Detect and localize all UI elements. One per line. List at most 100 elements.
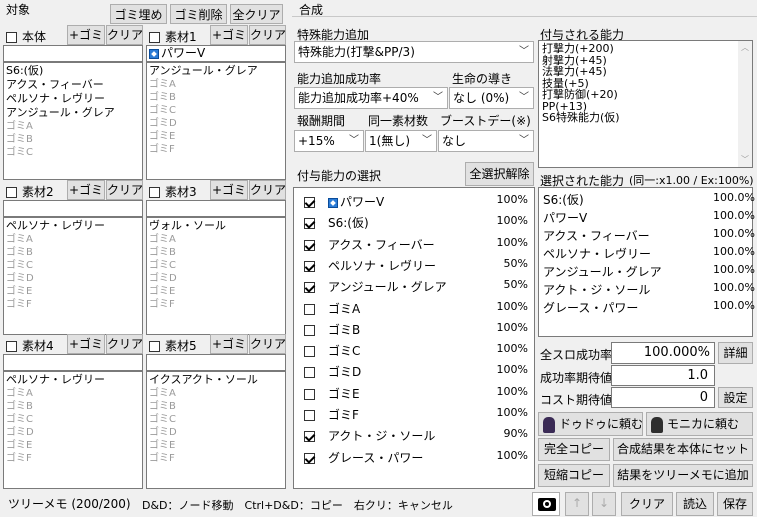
- slot-clear-button[interactable]: クリア: [249, 334, 286, 354]
- reward-period-select[interactable]: +15% ﹀: [294, 130, 364, 152]
- slot-ability-list[interactable]: ヴォル・ソール ゴミA ゴミB ゴミC ゴミD ゴミE ゴミF: [146, 217, 286, 335]
- ask-monica-button[interactable]: モニカに頼む: [646, 412, 753, 436]
- scroll-down-icon[interactable]: ﹀: [738, 153, 752, 167]
- slot-clear-button[interactable]: クリア: [106, 25, 143, 45]
- slot-header-field[interactable]: [3, 45, 143, 62]
- ability-checkbox[interactable]: [304, 195, 315, 209]
- slot-header-field[interactable]: [146, 200, 286, 217]
- ability-checkbox[interactable]: [304, 302, 315, 316]
- add-junk-button[interactable]: +ゴミ: [67, 25, 105, 45]
- ability-row[interactable]: ペルソナ・レヴリー 50%: [294, 254, 530, 275]
- arrow-up-icon: ↑: [571, 496, 583, 510]
- selected-ability-row[interactable]: アンジュール・グレア 100.0%: [543, 263, 755, 280]
- slot-clear-button[interactable]: クリア: [249, 180, 286, 200]
- selected-ability-row[interactable]: グレース・パワー 100.0%: [543, 299, 755, 316]
- item-gem-icon: [328, 197, 338, 208]
- ability-checkbox[interactable]: [304, 451, 315, 465]
- ability-row[interactable]: ゴミA 100%: [294, 297, 530, 318]
- add-junk-button[interactable]: +ゴミ: [210, 180, 248, 200]
- ability-row[interactable]: ゴミE 100%: [294, 382, 530, 403]
- ability-checkbox[interactable]: [304, 280, 315, 294]
- slot-checkbox[interactable]: [149, 339, 160, 353]
- slot-clear-button[interactable]: クリア: [249, 25, 286, 45]
- delete-junk-button[interactable]: ゴミ削除: [170, 4, 227, 24]
- special-ability-select[interactable]: 特殊能力(打撃&PP/3) ﹀: [294, 41, 534, 63]
- ability-checkbox[interactable]: [304, 387, 315, 401]
- move-down-button[interactable]: ↓: [592, 492, 616, 516]
- success-rate-select[interactable]: 能力追加成功率+40% ﹀: [294, 87, 448, 109]
- ability-checkbox[interactable]: [304, 323, 315, 337]
- ask-dudu-button[interactable]: ドゥドゥに頼む: [538, 412, 643, 436]
- slot-checkbox[interactable]: [6, 339, 17, 353]
- ability-row[interactable]: グレース・パワー 100%: [294, 446, 530, 467]
- slot-checkbox[interactable]: [6, 30, 17, 44]
- move-up-button[interactable]: ↑: [565, 492, 589, 516]
- slot-checkbox[interactable]: [149, 185, 160, 199]
- screenshot-button[interactable]: [532, 492, 560, 516]
- ability-row[interactable]: ゴミC 100%: [294, 339, 530, 360]
- slot-clear-button[interactable]: クリア: [106, 334, 143, 354]
- boost-day-select[interactable]: なし ﹀: [438, 130, 534, 152]
- ability-name: ゴミD: [328, 365, 362, 380]
- add-junk-button[interactable]: +ゴミ: [210, 25, 248, 45]
- ability-row[interactable]: ゴミF 100%: [294, 403, 530, 424]
- selected-ability-row[interactable]: ペルソナ・レヴリー 100.0%: [543, 245, 755, 262]
- ability-row[interactable]: ゴミD 100%: [294, 360, 530, 381]
- ability-row[interactable]: パワーV 100%: [294, 190, 530, 211]
- ability-checkbox[interactable]: [304, 216, 315, 230]
- fill-junk-button[interactable]: ゴミ埋め: [110, 4, 167, 24]
- add-tree-button[interactable]: 結果をツリーメモに追加: [613, 464, 753, 487]
- granted-abilities-box: 打撃力(+200) 射撃力(+45) 法撃力(+45) 技量(+5) 打撃防御(…: [538, 40, 753, 168]
- deselect-all-button[interactable]: 全選択解除: [465, 162, 534, 186]
- reward-period-value: +15%: [298, 134, 335, 148]
- ability-row[interactable]: アンジュール・グレア 50%: [294, 275, 530, 296]
- slot-ability-list[interactable]: イクスアクト・ソール ゴミA ゴミB ゴミC ゴミD ゴミE ゴミF: [146, 371, 286, 489]
- ability-row[interactable]: ゴミB 100%: [294, 318, 530, 339]
- ability-checkbox[interactable]: [304, 238, 315, 252]
- life-guide-select[interactable]: なし (0%) ﹀: [449, 87, 534, 109]
- slot-header-field[interactable]: [146, 354, 286, 371]
- checkbox-icon: [6, 187, 17, 198]
- clear-all-button[interactable]: 全クリア: [230, 4, 283, 24]
- slot-clear-button[interactable]: クリア: [106, 180, 143, 200]
- ability-row[interactable]: S6:(仮) 100%: [294, 211, 530, 232]
- detail-button[interactable]: 詳細: [718, 342, 753, 364]
- selected-ability-row[interactable]: パワーV 100.0%: [543, 209, 755, 226]
- ability-checkbox[interactable]: [304, 429, 315, 443]
- slot-ability-list[interactable]: S6:(仮) アクス・フィーバー ペルソナ・レヴリー アンジュール・グレア ゴミA…: [3, 62, 143, 180]
- settings-button[interactable]: 設定: [718, 387, 753, 408]
- slot-header-field[interactable]: [3, 354, 143, 371]
- short-copy-button[interactable]: 短縮コピー: [538, 464, 610, 487]
- slot-checkbox[interactable]: [6, 185, 17, 199]
- ability-name: パワーV: [340, 195, 385, 209]
- load-button[interactable]: 読込: [676, 492, 714, 516]
- material-slot: 本体 +ゴミ クリア S6:(仮) アクス・フィーバー ペルソナ・レヴリー アンジュー…: [3, 25, 143, 180]
- slot-ability-list[interactable]: ペルソナ・レヴリー ゴミA ゴミB ゴミC ゴミD ゴミE ゴミF: [3, 371, 143, 489]
- save-button[interactable]: 保存: [717, 492, 753, 516]
- checkbox-icon: [304, 239, 315, 251]
- slot-header-field[interactable]: [3, 200, 143, 217]
- scroll-up-icon[interactable]: ︿: [738, 41, 752, 55]
- ability-row[interactable]: アクト・ジ・ソール 90%: [294, 424, 530, 445]
- same-material-select[interactable]: 1(無し) ﹀: [365, 130, 437, 152]
- slot-ability-list[interactable]: ペルソナ・レヴリー ゴミA ゴミB ゴミC ゴミD ゴミE ゴミF: [3, 217, 143, 335]
- add-junk-button[interactable]: +ゴミ: [210, 334, 248, 354]
- add-junk-button[interactable]: +ゴミ: [67, 180, 105, 200]
- set-result-button[interactable]: 合成結果を本体にセット: [613, 438, 753, 461]
- ability-name: ゴミC: [328, 344, 361, 359]
- ability-checkbox[interactable]: [304, 344, 315, 358]
- selected-ability-row[interactable]: アクト・ジ・ソール 100.0%: [543, 281, 755, 298]
- ability-row[interactable]: アクス・フィーバー 100%: [294, 233, 530, 254]
- slot-header-field[interactable]: パワーV: [146, 45, 286, 62]
- ability-checkbox[interactable]: [304, 408, 315, 422]
- ability-checkbox[interactable]: [304, 365, 315, 379]
- ability-checkbox[interactable]: [304, 259, 315, 273]
- scrollbar[interactable]: ︿ ﹀: [738, 41, 752, 167]
- add-junk-button[interactable]: +ゴミ: [67, 334, 105, 354]
- slot-ability-list[interactable]: アンジュール・グレア ゴミA ゴミB ゴミC ゴミD ゴミE ゴミF: [146, 62, 286, 180]
- selected-ability-row[interactable]: S6:(仮) 100.0%: [543, 191, 755, 208]
- full-copy-button[interactable]: 完全コピー: [538, 438, 610, 461]
- tree-clear-button[interactable]: クリア: [621, 492, 673, 516]
- selected-ability-row[interactable]: アクス・フィーバー 100.0%: [543, 227, 755, 244]
- slot-checkbox[interactable]: [149, 30, 160, 44]
